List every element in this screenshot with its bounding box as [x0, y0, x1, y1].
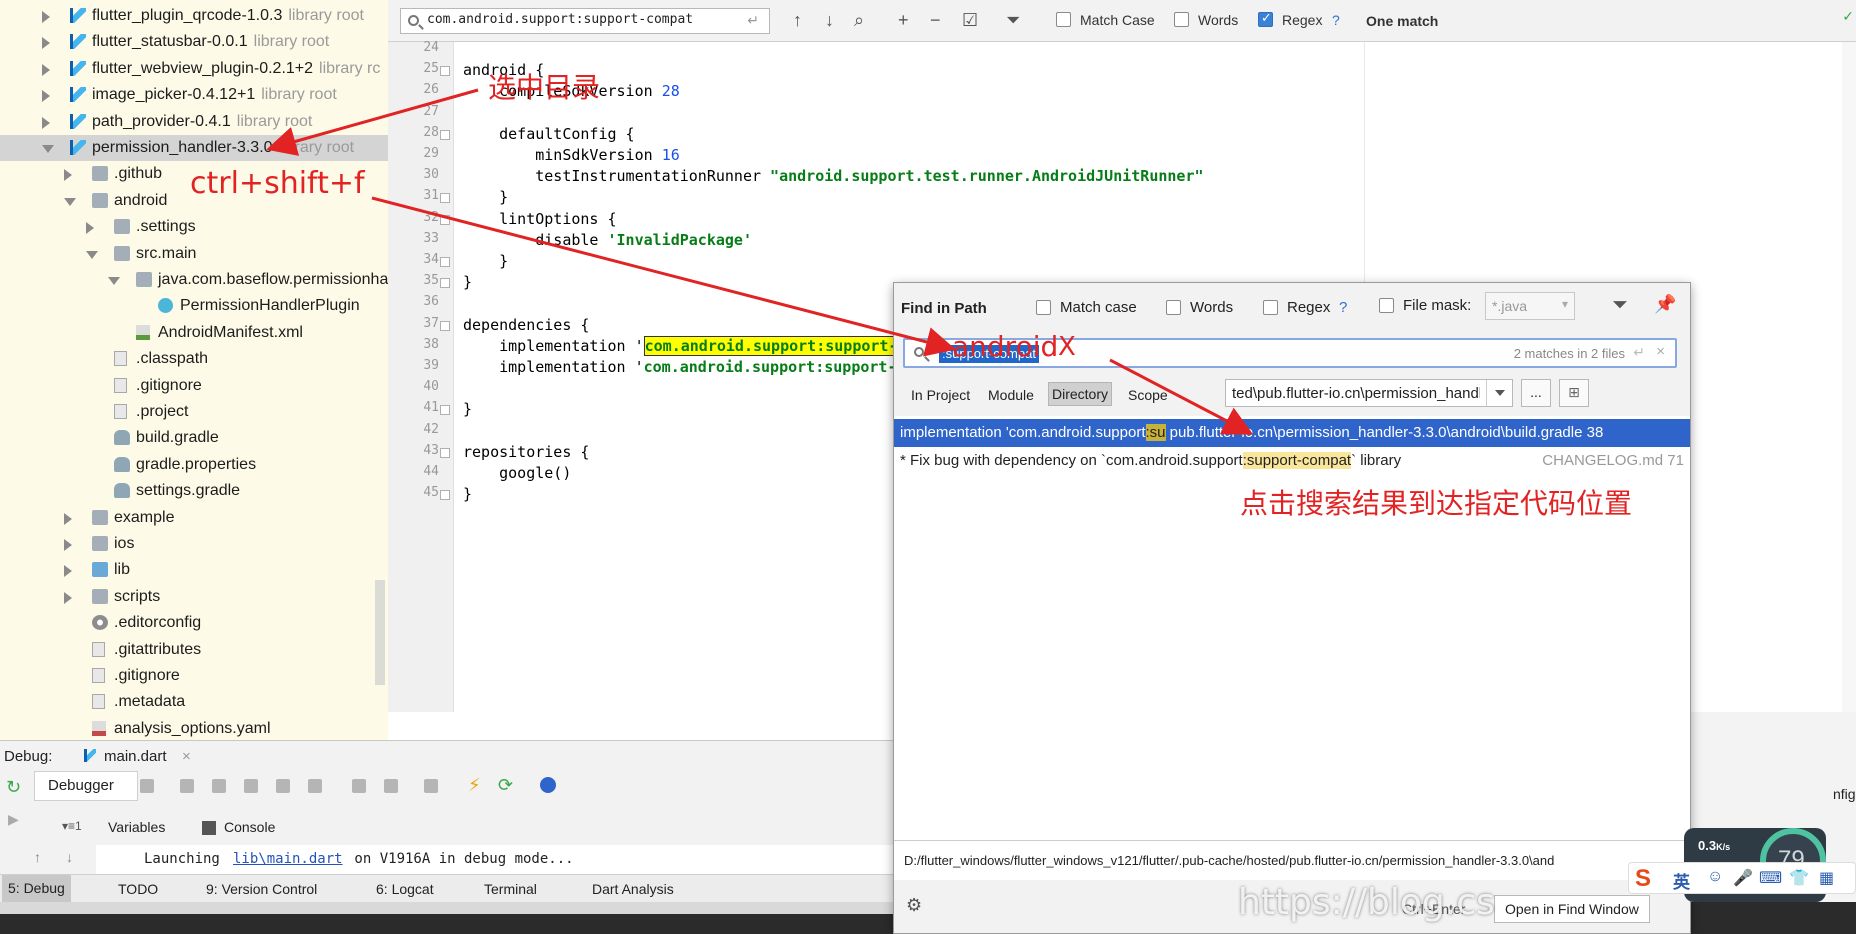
arrow-to-result — [1109, 358, 1254, 435]
annotation-android: android — [952, 330, 1059, 363]
annotation-arrows — [266, 88, 1254, 435]
arrow-to-directory — [266, 88, 479, 156]
arrow-to-search-input — [371, 196, 956, 357]
annotation-select-directory: 选中目录 — [488, 71, 601, 104]
annotation-click-result: 点击搜索结果到达指定代码位置 — [1240, 487, 1633, 520]
annotation-shortcut: ctrl+shift+f — [190, 166, 365, 201]
watermark: https://blog.cs — [1238, 882, 1495, 923]
annotation-x: X — [1058, 332, 1076, 362]
